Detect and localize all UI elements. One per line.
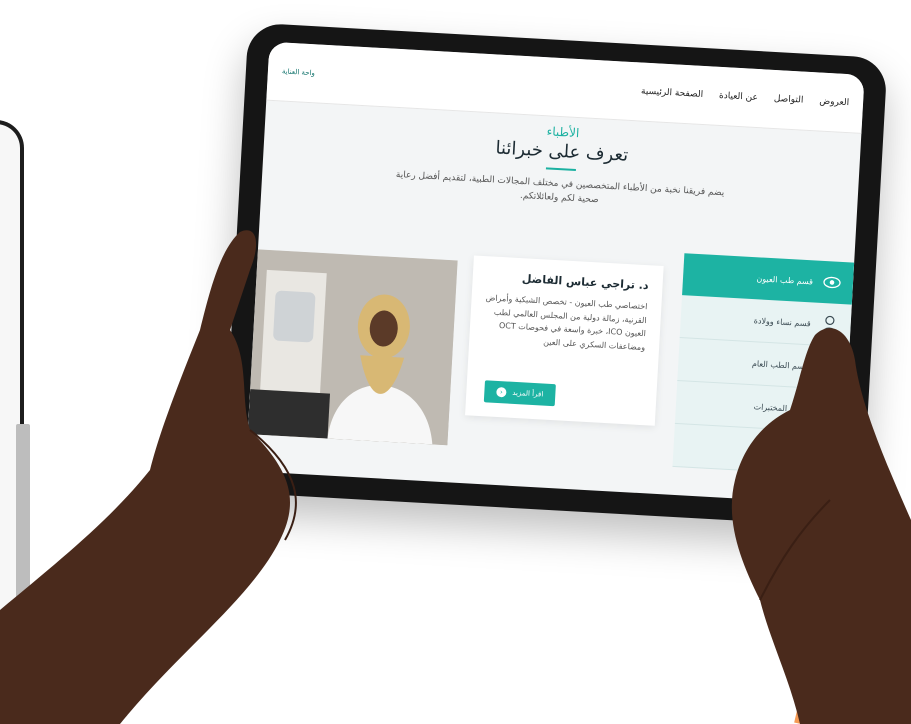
department-label: قسم نساء وولادة (753, 315, 811, 328)
microscope-icon (813, 399, 836, 422)
eye-icon (820, 271, 843, 294)
title-underline (545, 167, 576, 172)
tablet-screen: العروض التواصل عن العيادة الصفحة الرئيسي… (245, 41, 865, 505)
tablet-device: العروض التواصل عن العيادة الصفحة الرئيسي… (222, 22, 888, 528)
nurse-icon (811, 442, 834, 465)
nav-item-about[interactable]: عن العيادة (719, 91, 758, 103)
device-edge (16, 424, 30, 614)
arrow-left-icon: ‹ (496, 386, 507, 398)
background-device (0, 120, 30, 618)
doctor-bio: اختصاصي طب العيون - تخصص الشبكية وأمراض … (485, 293, 648, 352)
departments-list: قسم طب العيون قسم نساء وولادة قسم الطب ا… (672, 253, 855, 477)
read-more-button[interactable]: اقرأ المزيد ‹ (483, 380, 556, 407)
section-description: يضم فريقنا نخبة من الأطباء المتخصصين في … (395, 169, 725, 205)
orange-arcs-decoration (794, 537, 911, 724)
department-label: قسم الطب العام (751, 358, 809, 371)
department-label: قسم التمريض (756, 445, 804, 457)
doctor-icon (816, 356, 839, 379)
nav-item-home[interactable]: الصفحة الرئيسية (641, 87, 704, 100)
brand-logo[interactable]: واحة العناية (282, 67, 315, 77)
read-more-label: اقرأ المزيد (512, 388, 544, 399)
nav-item-contact[interactable]: التواصل (774, 94, 804, 106)
department-item-nursing[interactable]: قسم التمريض (672, 423, 845, 477)
woman-icon (818, 313, 841, 336)
nav-item-offers[interactable]: العروض (819, 96, 849, 108)
nav-menu: العروض التواصل عن العيادة الصفحة الرئيسي… (641, 87, 850, 109)
doctor-photo (247, 249, 458, 446)
doctor-card: د. تراجي عباس الفاضل اختصاصي طب العيون -… (465, 255, 664, 426)
department-label: قسم المختبرات (753, 401, 807, 414)
doctors-content: قسم طب العيون قسم نساء وولادة قسم الطب ا… (246, 229, 855, 492)
department-label: قسم طب العيون (756, 273, 814, 286)
doctor-name: د. تراجي عباس الفاضل (521, 272, 649, 293)
